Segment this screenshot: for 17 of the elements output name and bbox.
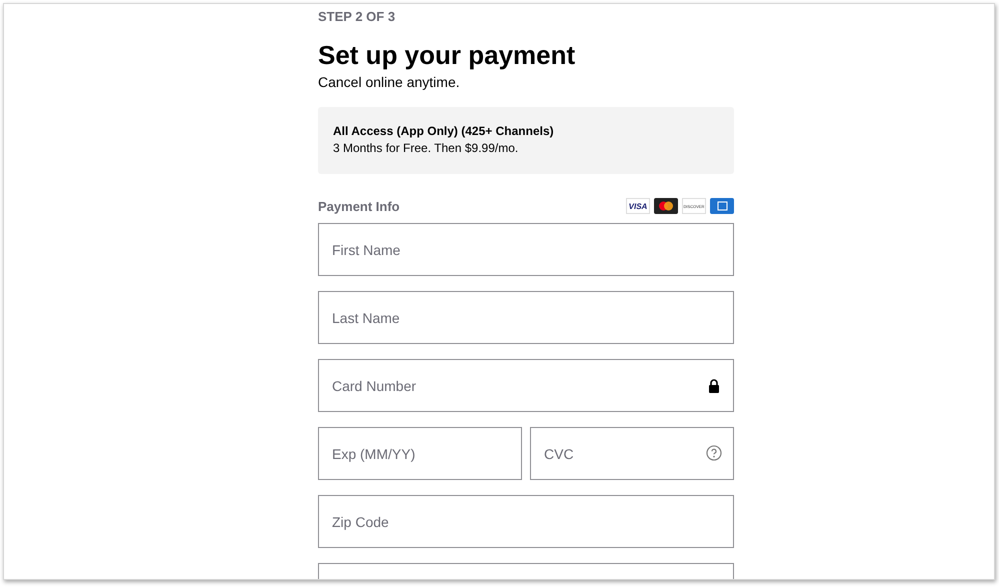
input-field[interactable]: CVC: [530, 427, 734, 480]
input-field[interactable]: First Name: [318, 223, 734, 276]
lock-icon: [708, 379, 720, 393]
input-field[interactable]: Exp (MM/YY): [318, 427, 522, 480]
card-logo-icon: [710, 198, 734, 214]
subtitle: Cancel online anytime.: [318, 74, 461, 91]
page-title: Set up your payment: [318, 40, 576, 70]
plan-offer: 3 Months for Free. Then $9.99/mo.: [333, 140, 520, 157]
card-logo: VISA: [626, 198, 650, 214]
input-field[interactable]: Card Number: [318, 359, 734, 412]
card-logo-icon: [654, 198, 678, 214]
step-indicator: STEP 2 OF 3: [318, 10, 396, 24]
payment-info-label: Payment Info: [318, 198, 400, 214]
help-icon[interactable]: [706, 445, 722, 461]
input-field[interactable]: Zip Code: [318, 495, 734, 548]
plan-name: All Access (App Only) (425+ Channels): [333, 124, 555, 139]
input-field[interactable]: Last Name: [318, 291, 734, 344]
